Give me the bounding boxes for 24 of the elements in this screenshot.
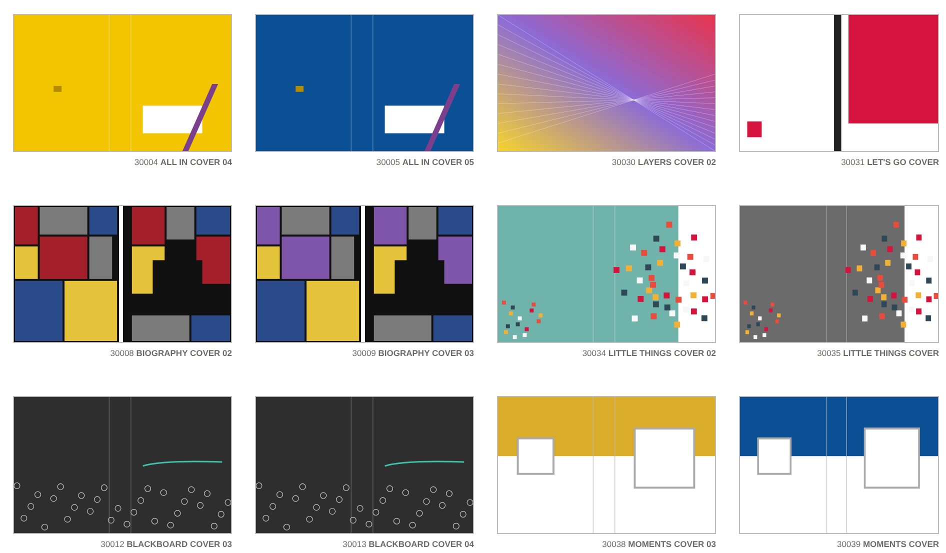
cover-caption: 30012 BLACKBOARD COVER 03 <box>100 539 232 551</box>
cover-thumbnail[interactable] <box>739 396 939 534</box>
cover-thumbnail[interactable] <box>255 205 474 343</box>
cover-thumbnail[interactable] <box>255 396 474 534</box>
cover-caption: 30008 BIOGRAPHY COVER 02 <box>110 348 232 360</box>
cover-thumbnail[interactable] <box>13 205 232 343</box>
cover-caption: 30038 MOMENTS COVER 03 <box>602 539 716 551</box>
cover-thumbnail[interactable] <box>497 205 716 343</box>
cover-caption: 30004 ALL IN COVER 04 <box>134 157 232 169</box>
cover-caption: 30039 MOMENTS COVER <box>836 539 939 551</box>
cover-thumbnail[interactable] <box>739 14 939 152</box>
cover-thumbnail[interactable] <box>255 14 474 152</box>
cover-caption: 30034 LITTLE THINGS COVER 02 <box>582 348 716 360</box>
cover-thumbnail[interactable] <box>497 14 716 152</box>
cover-caption: 30005 ALL IN COVER 05 <box>376 157 474 169</box>
cover-thumbnail[interactable] <box>13 14 232 152</box>
cover-caption: 30031 LET'S GO COVER <box>841 157 939 169</box>
cover-caption: 30035 LITTLE THINGS COVER <box>817 348 939 360</box>
cover-thumbnail[interactable] <box>739 205 939 343</box>
cover-caption: 30030 LAYERS COVER 02 <box>612 157 716 169</box>
cover-caption: 30009 BIOGRAPHY COVER 03 <box>352 348 474 360</box>
cover-thumbnail[interactable] <box>13 396 232 534</box>
cover-caption: 30013 BLACKBOARD COVER 04 <box>342 539 474 551</box>
cover-thumbnail[interactable] <box>497 396 716 534</box>
